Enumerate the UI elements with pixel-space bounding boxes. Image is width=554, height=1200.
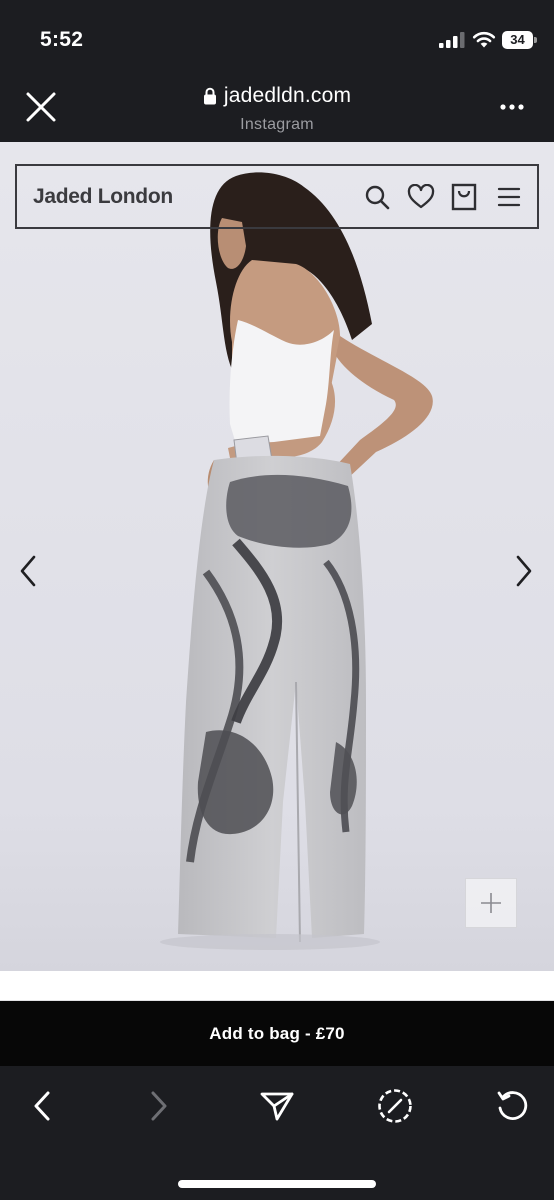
battery-icon: 34 [502, 31, 538, 49]
status-bar: 5:52 34 [0, 0, 554, 70]
safari-icon [378, 1089, 412, 1123]
search-icon [365, 185, 390, 210]
forward-button[interactable] [137, 1084, 181, 1128]
chevron-left-icon [20, 555, 36, 587]
screen: 5:52 34 jadedldn.com Instagram Jaded Lon… [0, 0, 554, 1200]
bag-icon [451, 183, 477, 211]
product-photo [0, 142, 554, 971]
url-area[interactable]: jadedldn.com Instagram [100, 84, 454, 134]
close-button[interactable] [20, 86, 62, 128]
share-icon [260, 1092, 294, 1121]
open-in-browser-button[interactable] [373, 1084, 417, 1128]
browser-toolbar [0, 1066, 554, 1200]
share-button[interactable] [255, 1084, 299, 1128]
site-logo[interactable]: Jaded London [33, 185, 173, 209]
browser-bar: jadedldn.com Instagram [0, 70, 554, 142]
home-indicator[interactable] [178, 1180, 376, 1188]
back-icon [34, 1091, 50, 1121]
gallery-next-button[interactable] [506, 548, 542, 594]
wifi-icon [472, 31, 496, 48]
chevron-right-icon [516, 555, 532, 587]
zoom-button[interactable] [465, 878, 517, 928]
plus-icon [481, 893, 501, 913]
site-header: Jaded London [15, 164, 539, 229]
cellular-signal-icon [439, 32, 465, 48]
lock-icon [203, 87, 216, 105]
battery-level: 34 [510, 32, 525, 47]
reload-icon [497, 1091, 528, 1120]
search-button[interactable] [362, 182, 392, 212]
forward-icon [151, 1091, 167, 1121]
more-button[interactable] [494, 92, 530, 122]
add-to-bag-button[interactable]: Add to bag - £70 [0, 1001, 554, 1066]
menu-icon [497, 187, 521, 207]
content-divider [0, 971, 554, 1001]
heart-icon [407, 184, 435, 209]
status-time: 5:52 [40, 28, 84, 51]
menu-button[interactable] [494, 182, 524, 212]
close-icon [26, 92, 56, 122]
web-content: Jaded London Add to bag - £70 [0, 142, 554, 1066]
browser-source: Instagram [240, 116, 314, 133]
reload-button[interactable] [490, 1084, 534, 1128]
bag-button[interactable] [449, 182, 479, 212]
more-icon [500, 104, 524, 110]
browser-url: jadedldn.com [223, 84, 352, 107]
back-button[interactable] [20, 1084, 64, 1128]
wishlist-button[interactable] [406, 182, 436, 212]
gallery-prev-button[interactable] [10, 548, 46, 594]
